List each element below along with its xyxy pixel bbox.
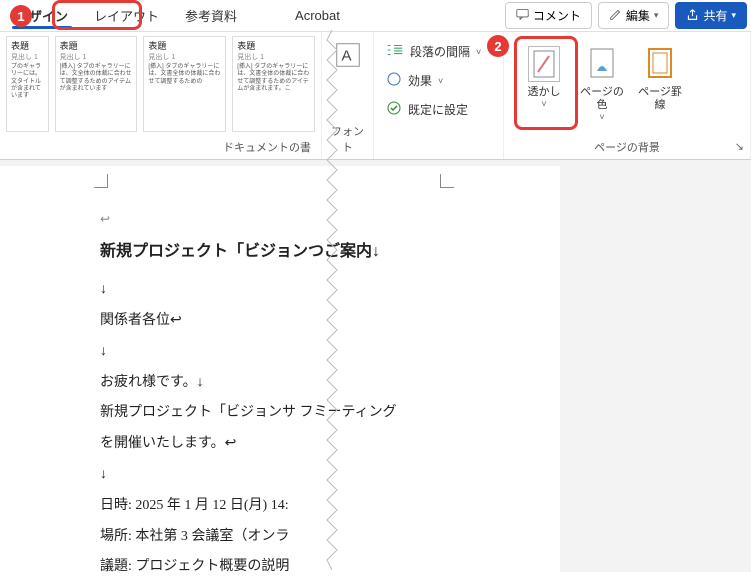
line-spacing-button[interactable]: 段落の間隔 ˅ — [380, 40, 497, 63]
theme-thumb[interactable]: 表題 見出し 1 [挿入] タブのギャラリーには、文書全体の体裁に合わせて調整す… — [232, 36, 315, 132]
page-color-button[interactable]: ページの色 ˅ — [576, 42, 628, 127]
edit-button[interactable]: 編集 ▾ — [598, 2, 670, 29]
paragraph-mark: ↩ — [100, 206, 110, 232]
group-label-page-bg: ページの背景 — [510, 137, 744, 159]
share-icon — [686, 8, 699, 24]
ribbon-group-font: A フォント — [322, 32, 374, 159]
document-area: ↩ 新規プロジェクト「ビジョンつご案内↓ ↓ 関係者各位↩ ↓ お疲れ様です。↓… — [0, 160, 751, 572]
margin-marker-icon — [94, 174, 108, 188]
doc-line: お疲れ様です。↓ — [100, 368, 532, 399]
page-border-icon — [644, 46, 676, 82]
theme-sub: 見出し 1 — [148, 54, 221, 62]
theme-body: [挿入] タブのギャラリーには、文書全体の体裁に合わせて調整するためのアイテムが… — [237, 64, 310, 93]
chevron-down-icon: ˅ — [599, 112, 604, 123]
theme-body: プのギャラリーには。文タイトルが含まれています — [11, 64, 44, 100]
theme-sub: 見出し 1 — [11, 54, 44, 62]
theme-title: 表題 — [237, 41, 310, 52]
effects-label: 効果 — [408, 72, 432, 89]
doc-line: 議題: プロジェクト概要の説明 — [100, 552, 532, 583]
doc-title: 新規プロジェクト「ビジョンつご案内↓ — [100, 234, 532, 269]
theme-thumb[interactable]: 表題 見出し 1 プのギャラリーには。文タイトルが含まれています — [6, 36, 49, 132]
doc-line: 関係者各位↩ — [100, 306, 532, 337]
comment-icon — [516, 8, 529, 24]
themes-gallery[interactable]: 表題 見出し 1 プのギャラリーには。文タイトルが含まれています 表題 見出し … — [6, 36, 315, 137]
chevron-down-icon: ˅ — [541, 99, 546, 110]
ribbon: 表題 見出し 1 プのギャラリーには。文タイトルが含まれています 表題 見出し … — [0, 32, 751, 160]
pencil-icon — [609, 8, 622, 24]
share-label: 共有 — [703, 7, 727, 24]
theme-title: 表題 — [60, 41, 133, 52]
effects-button[interactable]: 効果 ˅ — [380, 69, 497, 92]
set-default-button[interactable]: 既定に設定 — [380, 98, 497, 121]
theme-thumb[interactable]: 表題 見出し 1 [挿入] タブのギャラリーには、文書全体の体裁に合わせて調整す… — [143, 36, 226, 132]
group-label-docformat: ドキュメントの書 — [6, 137, 315, 159]
comment-button[interactable]: コメント — [505, 2, 592, 29]
page-border-label: ページ罫線 — [636, 86, 684, 112]
effects-icon — [386, 71, 402, 90]
tab-reference[interactable]: 参考資料 — [173, 0, 249, 31]
edit-label: 編集 — [626, 7, 650, 24]
svg-text:A: A — [341, 48, 351, 65]
share-button[interactable]: 共有 ▾ — [675, 2, 747, 29]
doc-line: を開催いたします。↩ — [100, 429, 532, 460]
watermark-button[interactable]: 透かし ˅ — [518, 42, 570, 114]
theme-body: [挿入] タブのギャラリーには、文全体の体裁に合わせて調整するためのアイテムが含… — [60, 64, 133, 93]
theme-title: 表題 — [11, 41, 44, 52]
doc-line: ↓ — [100, 460, 532, 491]
font-icon[interactable]: A — [333, 40, 363, 73]
chevron-down-icon: ▾ — [731, 10, 736, 21]
watermark-label: 透かし — [528, 86, 561, 99]
tab-design[interactable]: デザイン — [4, 0, 80, 31]
theme-title: 表題 — [148, 41, 221, 52]
chevron-down-icon: ˅ — [438, 76, 443, 86]
ribbon-group-paragraph: 段落の間隔 ˅ 効果 ˅ 既定に設定 — [374, 32, 504, 159]
document-page[interactable]: ↩ 新規プロジェクト「ビジョンつご案内↓ ↓ 関係者各位↩ ↓ お疲れ様です。↓… — [0, 166, 560, 572]
page-border-button[interactable]: ページ罫線 — [634, 42, 686, 116]
page-color-icon — [586, 46, 618, 82]
page-color-label: ページの色 — [578, 86, 626, 112]
theme-body: [挿入] タブのギャラリーには、文書全体の体裁に合わせて調整するための — [148, 64, 221, 86]
tab-layout[interactable]: レイアウト — [82, 0, 171, 31]
ribbon-group-page-background: 透かし ˅ ページの色 ˅ ページ罫線 ページの背景 ↘ — [504, 32, 751, 159]
doc-line: ↓ — [100, 275, 532, 306]
chevron-down-icon: ▾ — [654, 10, 659, 21]
dialog-launcher-icon[interactable]: ↘ — [735, 140, 744, 153]
margin-marker-icon — [440, 174, 454, 188]
chevron-down-icon: ˅ — [476, 47, 481, 57]
doc-line: 場所: 本社第 3 会議室（オンラ — [100, 522, 532, 553]
doc-line: 新規プロジェクト「ビジョンサ フミーティング — [100, 398, 532, 429]
doc-line: ↓ — [100, 337, 532, 368]
check-icon — [386, 100, 402, 119]
group-label-font: フォント — [328, 121, 367, 159]
comment-label: コメント — [533, 7, 581, 24]
theme-sub: 見出し 1 — [237, 54, 310, 62]
watermark-icon — [528, 46, 560, 82]
line-spacing-label: 段落の間隔 — [410, 43, 470, 60]
theme-sub: 見出し 1 — [60, 54, 133, 62]
set-default-label: 既定に設定 — [408, 101, 468, 118]
tab-bar: デザイン レイアウト 参考資料 Acrobat コメント 編集 ▾ 共有 ▾ — [0, 0, 751, 32]
tab-acrobat[interactable]: Acrobat — [283, 2, 352, 29]
doc-line: 日時: 2025 年 1 月 12 日(月) 14: — [100, 491, 532, 522]
ribbon-group-themes: 表題 見出し 1 プのギャラリーには。文タイトルが含まれています 表題 見出し … — [0, 32, 322, 159]
theme-thumb[interactable]: 表題 見出し 1 [挿入] タブのギャラリーには、文全体の体裁に合わせて調整する… — [55, 36, 138, 132]
line-spacing-icon — [386, 42, 404, 61]
